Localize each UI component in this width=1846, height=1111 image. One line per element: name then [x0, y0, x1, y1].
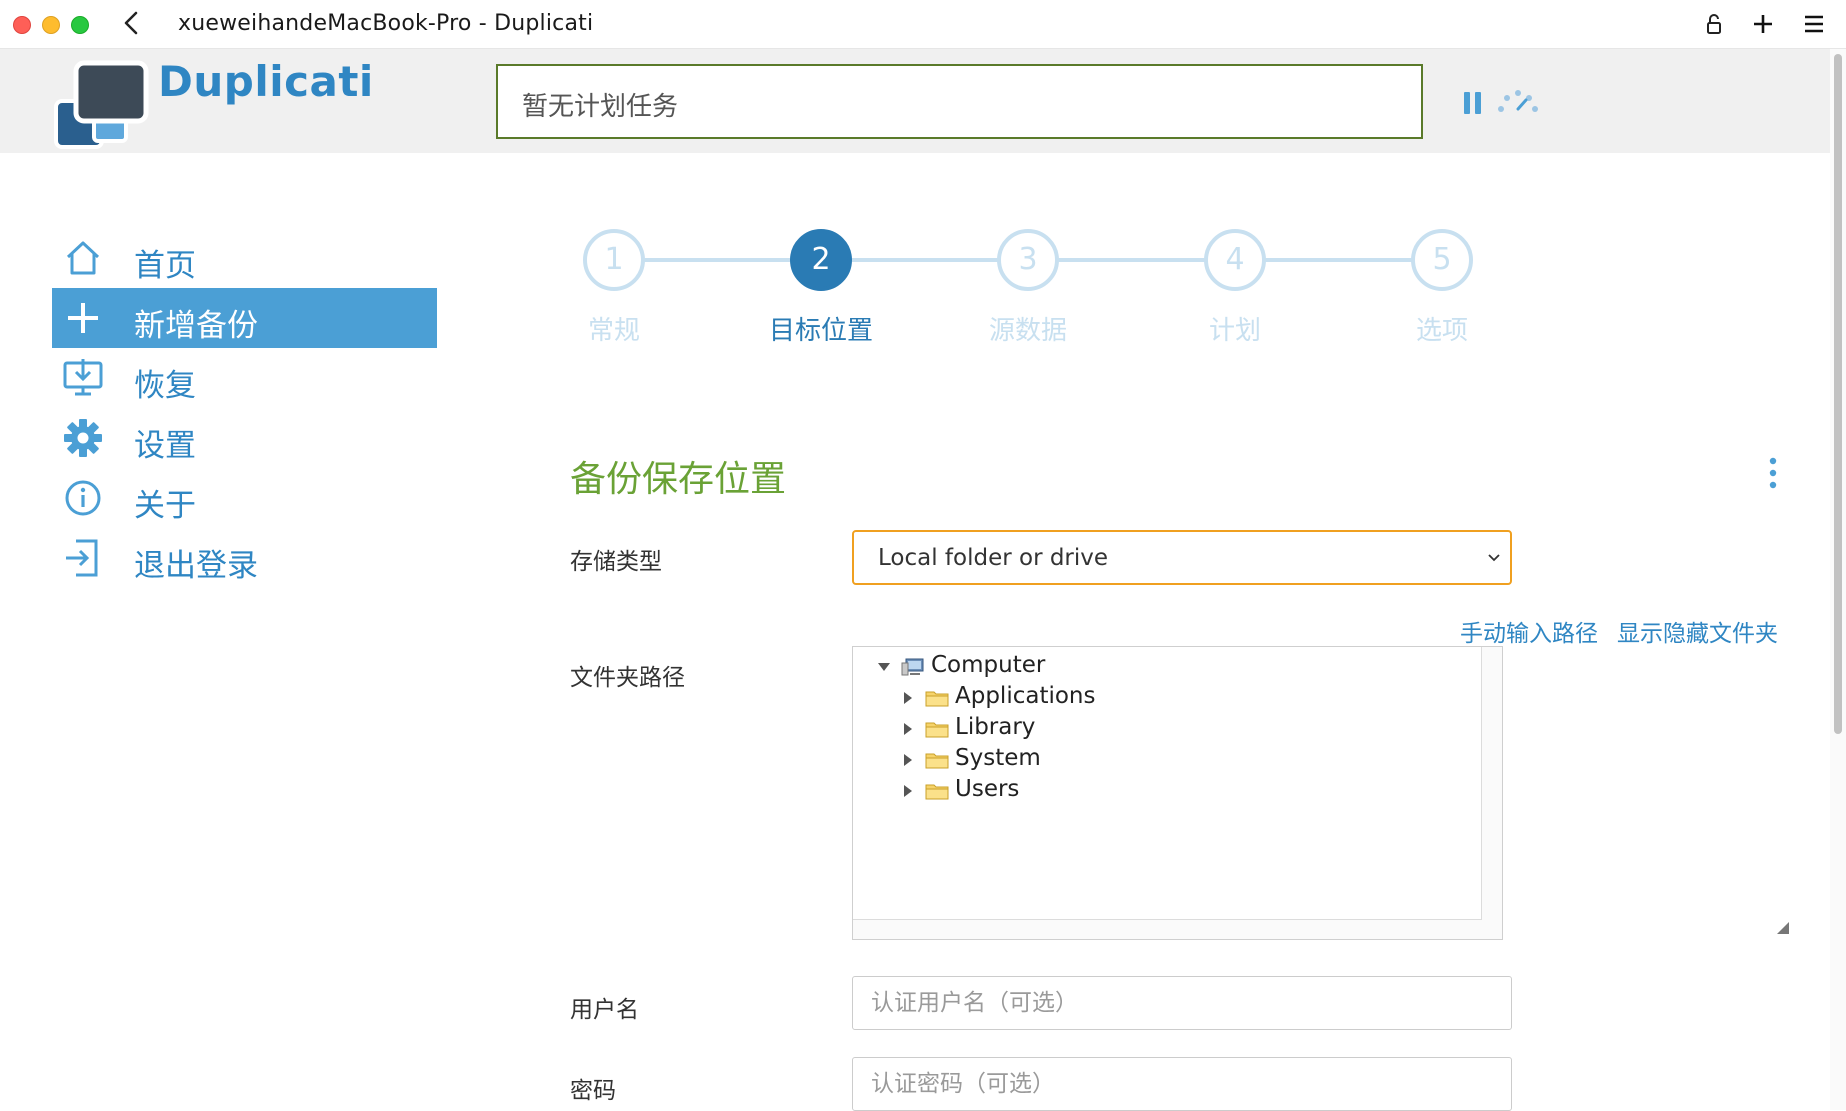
tree-node-label: Computer: [931, 652, 1046, 678]
sidebar-item-label: 首页: [134, 248, 196, 284]
duplicati-logo-icon[interactable]: [52, 57, 152, 153]
chevron-down-icon: [1488, 554, 1500, 562]
expanded-arrow-icon[interactable]: [877, 660, 891, 674]
sidebar-item-about[interactable]: 关于: [52, 468, 437, 528]
step-5-circle[interactable]: 5: [1411, 229, 1473, 291]
step-3-circle[interactable]: 3: [997, 229, 1059, 291]
manual-path-link[interactable]: 手动输入路径: [1460, 614, 1598, 648]
sidebar-item-restore[interactable]: 恢复: [52, 348, 437, 408]
gear-icon: [64, 419, 102, 457]
folder-tree[interactable]: Computer Applications Library System Use…: [852, 646, 1503, 940]
resize-handle-icon[interactable]: [1777, 922, 1789, 934]
storage-type-select[interactable]: Local folder or drive: [852, 530, 1512, 585]
collapsed-arrow-icon[interactable]: [901, 722, 915, 736]
folder-icon: [925, 691, 949, 707]
folder-tree-viewport: Computer Applications Library System Use…: [853, 647, 1482, 920]
step-1-circle[interactable]: 1: [583, 229, 645, 291]
step-3-label[interactable]: 源数据: [958, 310, 1098, 347]
step-5-label[interactable]: 选项: [1372, 310, 1512, 347]
sidebar-item-home[interactable]: 首页: [52, 228, 437, 288]
password-input[interactable]: [852, 1057, 1512, 1111]
storage-type-label: 存储类型: [570, 549, 662, 575]
status-panel: 暂无计划任务: [496, 64, 1423, 139]
tree-node-label: Applications: [955, 683, 1096, 709]
username-input[interactable]: [852, 976, 1512, 1030]
step-2-circle[interactable]: 2: [790, 229, 852, 291]
username-label: 用户名: [570, 997, 639, 1023]
step-2-label[interactable]: 目标位置: [751, 310, 891, 347]
password-label: 密码: [570, 1078, 616, 1104]
step-4-circle[interactable]: 4: [1204, 229, 1266, 291]
tree-node-label: Users: [955, 776, 1020, 802]
show-hidden-folders-link[interactable]: 显示隐藏文件夹: [1617, 614, 1778, 648]
maximize-window-button[interactable]: [71, 16, 89, 34]
close-window-button[interactable]: [13, 16, 31, 34]
sidebar-item-label: 恢复: [134, 368, 196, 404]
sidebar-item-label: 退出登录: [134, 548, 258, 584]
storage-type-value: Local folder or drive: [878, 545, 1109, 571]
throttle-speed-icon[interactable]: [1496, 89, 1540, 115]
step-connector: [1264, 258, 1414, 262]
sidebar-item-logout[interactable]: 退出登录: [52, 528, 437, 588]
collapsed-arrow-icon[interactable]: [901, 784, 915, 798]
sidebar-item-label: 设置: [134, 428, 196, 464]
collapsed-arrow-icon[interactable]: [901, 691, 915, 705]
page-scrollbar-thumb[interactable]: [1834, 54, 1842, 734]
window-titlebar: xueweihandeMacBook-Pro - Duplicati: [0, 0, 1846, 49]
folder-icon: [925, 784, 949, 800]
folder-icon: [925, 722, 949, 738]
app-header: Duplicati 暂无计划任务: [0, 49, 1830, 153]
folder-icon: [925, 753, 949, 769]
folder-path-label: 文件夹路径: [570, 665, 685, 691]
more-options-icon[interactable]: [1764, 456, 1782, 492]
status-text: 暂无计划任务: [522, 92, 679, 122]
sidebar-item-label: 新增备份: [134, 308, 258, 344]
hamburger-menu-icon[interactable]: [1800, 10, 1828, 38]
plus-icon: [68, 303, 98, 333]
step-1-label[interactable]: 常规: [544, 310, 684, 347]
collapsed-arrow-icon[interactable]: [901, 753, 915, 767]
tree-node-label: System: [955, 745, 1041, 771]
brand-name[interactable]: Duplicati: [158, 57, 374, 106]
lock-icon[interactable]: [1700, 10, 1728, 38]
window-title: xueweihandeMacBook-Pro - Duplicati: [178, 11, 594, 36]
section-title: 备份保存位置: [570, 459, 787, 500]
computer-icon: [901, 658, 924, 676]
new-tab-plus-icon[interactable]: [1749, 10, 1777, 38]
step-connector: [643, 258, 793, 262]
sidebar-item-add-backup[interactable]: 新增备份: [52, 288, 437, 348]
sidebar-item-label: 关于: [134, 488, 196, 524]
step-connector: [850, 258, 1000, 262]
home-icon: [66, 241, 100, 275]
step-4-label[interactable]: 计划: [1165, 310, 1305, 347]
restore-icon: [63, 359, 103, 396]
logout-icon: [66, 539, 98, 577]
back-arrow-icon[interactable]: [118, 8, 146, 38]
minimize-window-button[interactable]: [42, 16, 60, 34]
info-icon: [65, 480, 101, 516]
sidebar-item-settings[interactable]: 设置: [52, 408, 437, 468]
tree-node-label: Library: [955, 714, 1036, 740]
step-connector: [1057, 258, 1207, 262]
pause-icon[interactable]: [1462, 89, 1484, 117]
